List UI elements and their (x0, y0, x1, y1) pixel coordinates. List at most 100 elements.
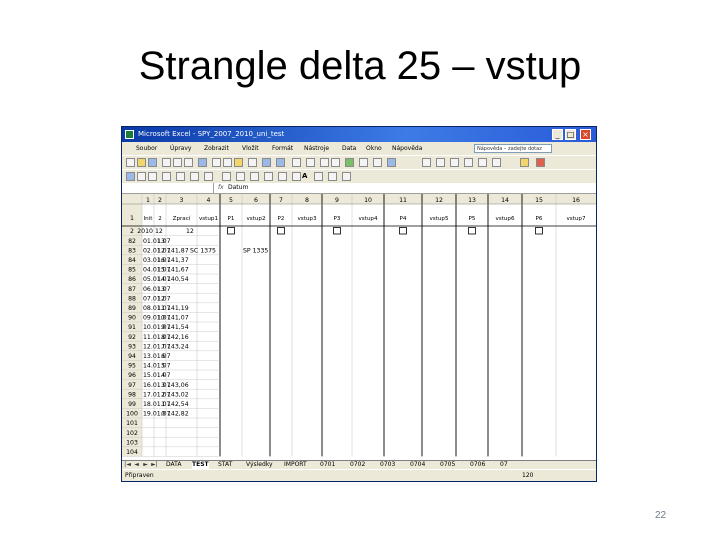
grid-icon[interactable] (222, 172, 231, 181)
sheet-tab-vysledky[interactable]: Výsledky (246, 461, 273, 469)
menu-okno[interactable]: Okno (366, 142, 382, 155)
menu-data[interactable]: Data (342, 142, 356, 155)
row-header[interactable]: 92 (128, 334, 136, 341)
cell[interactable]: 12 (155, 228, 163, 235)
price-cell[interactable]: 141,87 (167, 247, 189, 254)
help-icon[interactable] (387, 158, 396, 167)
checkbox[interactable] (227, 227, 235, 235)
worksheet-grid[interactable]: 1 2 3 4 5 6 7 8 9 10 11 12 13 14 15 161 Init 2 Zprací vstup… (122, 194, 596, 460)
column-header[interactable]: 8 (305, 197, 309, 204)
row-header[interactable]: 82 (128, 238, 136, 245)
checkbox[interactable] (468, 227, 476, 235)
sheet-tab-data[interactable]: DATA (166, 461, 181, 469)
price-cell[interactable]: 142,16 (167, 334, 189, 341)
sheet-tab-stat[interactable]: STAT (218, 461, 232, 469)
spelling-icon[interactable] (198, 158, 207, 167)
row-header[interactable]: 87 (128, 286, 136, 293)
column-header[interactable]: 7 (279, 197, 283, 204)
autosum-icon[interactable] (306, 158, 315, 167)
sort-asc-icon[interactable] (320, 158, 329, 167)
count-cell[interactable]: 13 (157, 238, 165, 245)
column-header[interactable]: 12 (435, 197, 443, 204)
row-header[interactable]: 90 (128, 315, 136, 322)
header-cell[interactable]: vstup4 (358, 216, 378, 222)
textbox-icon[interactable] (314, 172, 323, 181)
group-icon[interactable] (278, 172, 287, 181)
minimize-button[interactable]: _ (552, 129, 563, 140)
menu-vlozit[interactable]: Vložit (242, 142, 259, 155)
column-header[interactable]: 1 (146, 197, 150, 204)
wordart-icon[interactable] (342, 172, 351, 181)
maximize-button[interactable]: □ (565, 129, 576, 140)
font-style-icon[interactable]: A (302, 172, 307, 181)
decrease-indent-icon[interactable] (464, 158, 473, 167)
chart-wizard-icon[interactable] (345, 158, 354, 167)
row-header[interactable]: 86 (128, 276, 136, 283)
price-cell[interactable]: 143,24 (167, 343, 189, 350)
row-header[interactable]: 83 (128, 247, 136, 254)
name-box[interactable] (124, 183, 214, 193)
row-header[interactable]: 98 (128, 391, 136, 398)
close-button[interactable]: × (580, 129, 591, 140)
copy-icon[interactable] (223, 158, 232, 167)
row-header[interactable]: 2 (130, 228, 134, 235)
date-cell[interactable]: 13.01.07 (143, 353, 171, 360)
cell[interactable]: 12 (186, 228, 194, 235)
font-color-icon[interactable] (536, 158, 545, 167)
picture-icon[interactable] (328, 172, 337, 181)
row-header[interactable]: 88 (128, 295, 136, 302)
record-icon[interactable] (137, 172, 146, 181)
column-header[interactable]: 5 (229, 197, 233, 204)
fx-icon[interactable]: fx (218, 183, 224, 193)
permission-icon[interactable] (162, 158, 171, 167)
undo-icon[interactable] (262, 158, 271, 167)
checkbox[interactable] (399, 227, 407, 235)
count-cell[interactable]: 2 (161, 391, 165, 398)
header-cell[interactable]: P2 (278, 216, 285, 222)
first-sheet-nav[interactable]: |◄ (124, 461, 131, 469)
checkbox[interactable] (277, 227, 285, 235)
sheet-tab-import[interactable]: IMPORT (284, 461, 307, 469)
date-cell[interactable]: 15.01.07 (143, 372, 171, 379)
sheet-tab-0703[interactable]: 0703 (380, 461, 395, 469)
row-header[interactable]: 93 (128, 343, 136, 350)
checkbox[interactable] (333, 227, 341, 235)
count-cell[interactable]: 3 (161, 382, 165, 389)
next-sheet-nav[interactable]: ► (142, 461, 149, 469)
row-header[interactable]: 94 (128, 353, 136, 360)
header-cell[interactable]: P1 (228, 216, 235, 222)
currency-icon[interactable] (436, 158, 445, 167)
open-folder-icon[interactable] (137, 158, 146, 167)
macro-icon[interactable] (126, 172, 135, 181)
count-cell[interactable]: 0 (161, 411, 165, 418)
save-icon[interactable] (148, 158, 157, 167)
row-header[interactable]: 89 (128, 305, 136, 312)
prev-sheet-nav[interactable]: ◄ (133, 461, 140, 469)
count-cell[interactable]: 12 (157, 247, 165, 254)
sheet-tab-0702[interactable]: 0702 (350, 461, 365, 469)
visual-basic-icon[interactable] (162, 172, 171, 181)
design-mode-icon[interactable] (190, 172, 199, 181)
header-cell[interactable]: vstup3 (297, 216, 317, 222)
checkbox[interactable] (535, 227, 543, 235)
window-title-bar[interactable]: Microsoft Excel - SPY_2007_2010_uni_test… (122, 127, 596, 142)
fill-color-icon[interactable] (520, 158, 529, 167)
column-header[interactable]: 9 (335, 197, 339, 204)
new-file-icon[interactable] (126, 158, 135, 167)
sort-desc-icon[interactable] (331, 158, 340, 167)
count-cell[interactable]: 11 (157, 305, 165, 312)
menu-nastroje[interactable]: Nástroje (304, 142, 329, 155)
hyperlink-icon[interactable] (292, 158, 301, 167)
menu-soubor[interactable]: Soubor (136, 142, 157, 155)
column-header[interactable]: 10 (364, 197, 372, 204)
percent-icon[interactable] (450, 158, 459, 167)
formula-input[interactable]: Datum (228, 183, 248, 193)
price-cell[interactable]: 142,54 (167, 401, 189, 408)
row-header[interactable]: 91 (128, 324, 136, 331)
last-sheet-nav[interactable]: ►| (151, 461, 158, 469)
menu-napoveda[interactable]: Nápověda (392, 142, 422, 155)
row-header[interactable]: 96 (128, 372, 136, 379)
header-cell[interactable]: P4 (400, 216, 407, 222)
control-toolbox-icon[interactable] (176, 172, 185, 181)
menu-format[interactable]: Formát (272, 142, 293, 155)
